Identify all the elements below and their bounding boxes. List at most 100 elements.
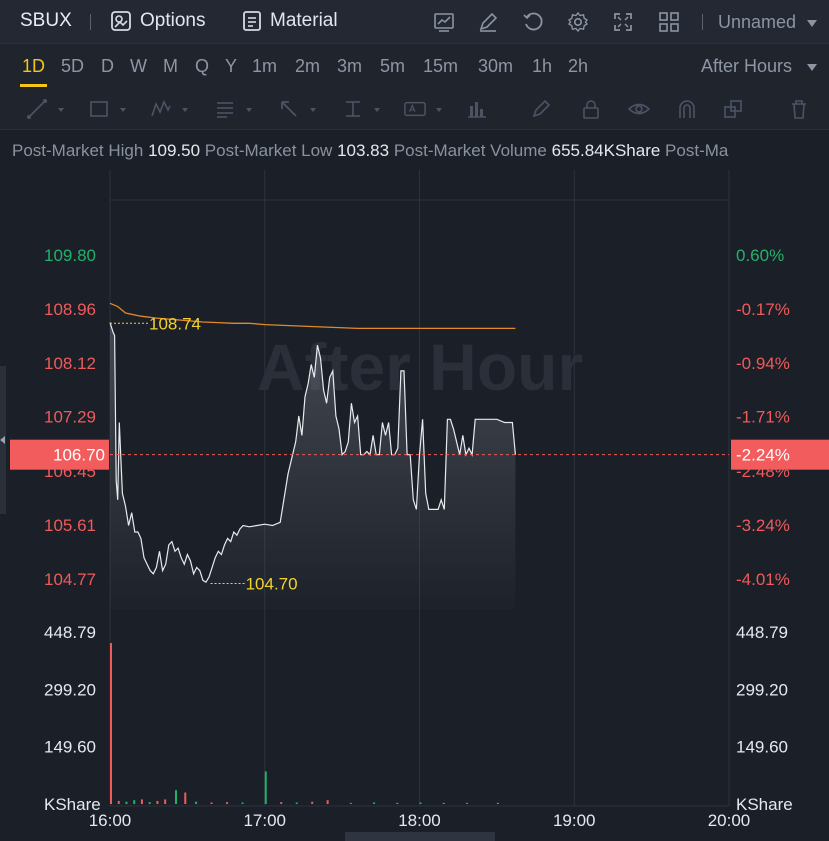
chevron-down-icon[interactable] <box>58 108 64 112</box>
active-period-indicator <box>20 84 47 87</box>
layout-name-dropdown[interactable]: Unnamed <box>718 12 796 33</box>
volume-bar <box>195 801 198 804</box>
chart-settings-icon[interactable] <box>433 11 455 33</box>
refresh-icon[interactable] <box>522 11 544 33</box>
price-axis-label: 108.96 <box>44 300 96 319</box>
volume-axis-label-right: 299.20 <box>736 680 788 699</box>
current-change-value: -2.24% <box>736 446 790 465</box>
trend-line-icon[interactable] <box>26 98 48 120</box>
options-label: Options <box>140 10 206 31</box>
price-axis-label: 108.12 <box>44 354 96 373</box>
time-axis-label: 17:00 <box>243 811 286 830</box>
price-chart[interactable]: After Hour109.80 0.60%108.96 -0.17%108.12-… <box>0 170 829 841</box>
period-30m[interactable]: 30m <box>478 56 513 77</box>
volume-bar <box>164 799 167 804</box>
symbol-label[interactable]: SBUX <box>20 10 72 32</box>
period-y[interactable]: Y <box>225 56 237 77</box>
chevron-down-icon[interactable] <box>374 108 380 112</box>
chevron-down-icon[interactable] <box>182 108 188 112</box>
volume-bar <box>226 802 229 804</box>
period-bar: 1D 5D D W M Q Y 1m 2m 3m 5m 15m 30m 1h 2… <box>0 44 829 88</box>
chevron-down-icon[interactable] <box>807 20 817 27</box>
time-axis-label: 20:00 <box>708 811 751 830</box>
chevron-down-icon[interactable] <box>310 108 316 112</box>
chevron-down-icon[interactable] <box>436 108 442 112</box>
chevron-left-icon[interactable] <box>0 436 5 444</box>
session-dropdown[interactable]: After Hours <box>701 56 792 77</box>
volume-bar <box>349 802 352 804</box>
gear-icon[interactable] <box>567 11 589 33</box>
rectangle-tool-icon[interactable] <box>88 98 110 120</box>
percent-axis-label: -1.71% <box>736 408 790 427</box>
options-icon <box>111 11 131 31</box>
period-5m[interactable]: 5m <box>380 56 405 77</box>
period-2m[interactable]: 2m <box>295 56 320 77</box>
period-1h[interactable]: 1h <box>532 56 552 77</box>
more-stats-label: Post-Ma <box>665 141 729 160</box>
copy-icon[interactable] <box>722 98 744 120</box>
lock-icon[interactable] <box>580 98 602 120</box>
top-toolbar: SBUX Options Material Unnamed <box>0 0 829 44</box>
options-button[interactable]: Options <box>110 10 205 32</box>
chevron-down-icon[interactable] <box>807 64 817 71</box>
arrow-tool-icon[interactable] <box>278 98 300 120</box>
trash-icon[interactable] <box>788 98 810 120</box>
edit-icon[interactable] <box>477 11 499 33</box>
volume-axis-label: 448.79 <box>44 623 96 642</box>
volume-bar <box>295 802 298 804</box>
volume-bar <box>311 801 314 804</box>
price-axis-label: 104.77 <box>44 570 96 589</box>
period-1m[interactable]: 1m <box>252 56 277 77</box>
volume-bar <box>184 792 187 804</box>
current-price-value: 106.70 <box>53 446 105 465</box>
low-marker-label: 104.70 <box>246 575 298 594</box>
period-1d[interactable]: 1D <box>22 56 45 77</box>
volume-bar <box>326 800 329 804</box>
low-value: 103.83 <box>337 141 390 160</box>
volume-axis-label-right: 149.60 <box>736 738 788 757</box>
volume-bar <box>419 802 422 804</box>
period-5d[interactable]: 5D <box>61 56 84 77</box>
volume-bar <box>264 771 267 804</box>
volume-bar <box>280 802 283 804</box>
fullscreen-icon[interactable] <box>612 11 634 33</box>
period-m[interactable]: M <box>163 56 178 77</box>
volume-bar <box>442 802 445 804</box>
magnet-icon[interactable] <box>676 98 698 120</box>
low-label: Post-Market Low <box>204 141 333 160</box>
text-tool-icon[interactable] <box>404 98 426 120</box>
price-axis-label: 105.61 <box>44 516 96 535</box>
period-d[interactable]: D <box>101 56 114 77</box>
brush-icon[interactable] <box>530 98 552 120</box>
document-icon <box>243 11 261 31</box>
period-15m[interactable]: 15m <box>423 56 458 77</box>
period-3m[interactable]: 3m <box>337 56 362 77</box>
chevron-down-icon[interactable] <box>246 108 252 112</box>
time-axis-label: 16:00 <box>89 811 132 830</box>
volume-label: Post-Market Volume <box>393 141 547 160</box>
chevron-down-icon[interactable] <box>120 108 126 112</box>
fibonacci-tool-icon[interactable] <box>214 98 236 120</box>
grid-layout-icon[interactable] <box>658 11 680 33</box>
volume-axis-label-right: 448.79 <box>736 623 788 642</box>
percent-axis-label: -3.24% <box>736 516 790 535</box>
period-2h[interactable]: 2h <box>568 56 588 77</box>
volume-bar <box>133 800 136 804</box>
eye-icon[interactable] <box>628 98 650 120</box>
volume-bar <box>496 802 499 804</box>
period-q[interactable]: Q <box>195 56 209 77</box>
price-axis-label: 109.80 <box>44 246 96 265</box>
volume-bar <box>148 802 151 804</box>
volume-bar <box>465 802 468 804</box>
material-button[interactable]: Material <box>242 10 338 32</box>
volume-profile-icon[interactable] <box>466 98 488 120</box>
period-w[interactable]: W <box>130 56 147 77</box>
measure-tool-icon[interactable] <box>342 98 364 120</box>
volume-bar <box>110 643 112 804</box>
high-label: Post-Market High <box>12 141 144 160</box>
pattern-tool-icon[interactable] <box>150 98 172 120</box>
volume-bar <box>373 802 376 804</box>
percent-axis-label: 0.60% <box>736 246 784 265</box>
high-marker-label: 108.74 <box>149 314 201 333</box>
volume-axis-label: 299.20 <box>44 680 96 699</box>
